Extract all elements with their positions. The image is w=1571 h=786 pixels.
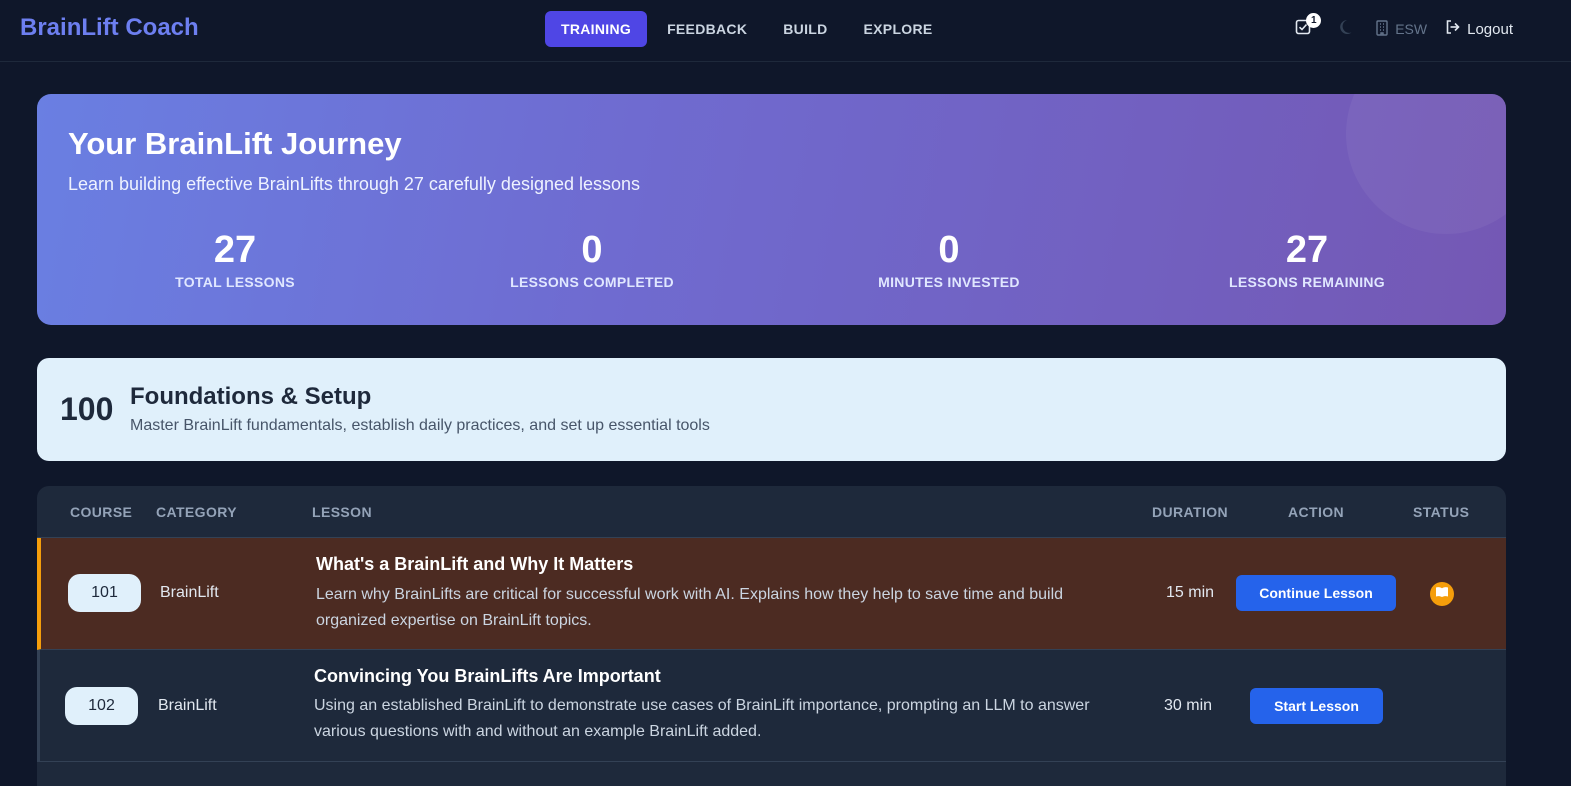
tab-explore[interactable]: EXPLORE xyxy=(848,11,949,47)
stat-label: TOTAL LESSONS xyxy=(175,274,295,290)
nav-actions: 1 ESW Logout xyxy=(1295,12,1513,44)
section-number: 100 xyxy=(60,391,114,427)
header-duration: DURATION xyxy=(1152,504,1229,520)
org-label: ESW xyxy=(1395,21,1428,37)
app-brand[interactable]: BrainLift Coach xyxy=(20,14,199,42)
header-action: ACTION xyxy=(1288,504,1345,520)
logout-button[interactable]: Logout xyxy=(1445,19,1513,39)
main-tabs: TRAINING FEEDBACK BUILD EXPLORE xyxy=(545,11,949,47)
stat-value: 27 xyxy=(213,229,257,271)
continue-lesson-button[interactable]: Continue Lesson xyxy=(1236,575,1396,611)
lesson-duration: 30 min xyxy=(1164,697,1213,714)
status-indicator xyxy=(1430,582,1454,606)
hero-title: Your BrainLift Journey xyxy=(68,126,402,161)
stat-value: 0 xyxy=(581,229,603,271)
table-header: COURSE CATEGORY LESSON DURATION ACTION S… xyxy=(37,486,1506,538)
header-category: CATEGORY xyxy=(156,504,237,520)
hero-subtitle: Learn building effective BrainLifts thro… xyxy=(68,174,641,194)
stat-label: MINUTES INVESTED xyxy=(878,274,1020,290)
table-row[interactable]: 101 BrainLift What's a BrainLift and Why… xyxy=(37,538,1506,650)
building-icon xyxy=(1375,19,1389,39)
header-course: COURSE xyxy=(70,504,133,520)
top-navigation: BrainLift Coach TRAINING FEEDBACK BUILD … xyxy=(0,0,1571,62)
logout-icon xyxy=(1445,19,1461,39)
lesson-category: BrainLift xyxy=(160,584,219,601)
tab-training[interactable]: TRAINING xyxy=(545,11,648,47)
book-open-icon xyxy=(1435,585,1449,603)
section-description: Master BrainLift fundamentals, establish… xyxy=(130,417,710,434)
moon-icon xyxy=(1339,18,1357,41)
lesson-title[interactable]: What's a BrainLift and Why It Matters xyxy=(316,554,633,575)
course-section-header: 100 Foundations & Setup Master BrainLift… xyxy=(37,358,1506,461)
section-title: Foundations & Setup xyxy=(130,383,372,410)
lesson-category: BrainLift xyxy=(158,697,217,714)
tab-feedback[interactable]: FEEDBACK xyxy=(651,11,763,47)
header-status: STATUS xyxy=(1413,504,1470,520)
course-number-pill: 102 xyxy=(65,687,138,725)
stat-label: LESSONS REMAINING xyxy=(1228,274,1385,290)
tab-build[interactable]: BUILD xyxy=(767,11,843,47)
stat-value: 27 xyxy=(1285,229,1329,271)
theme-toggle[interactable] xyxy=(1339,18,1357,41)
tasks-button[interactable]: 1 xyxy=(1295,12,1322,40)
journey-stats: 27 TOTAL LESSONS 0 LESSONS COMPLETED 0 M… xyxy=(37,230,1506,300)
hero-decoration xyxy=(1346,94,1506,234)
org-indicator[interactable]: ESW xyxy=(1375,19,1428,39)
lesson-description: Learn why BrainLifts are critical for su… xyxy=(316,586,1064,629)
stat-total-lessons: 27 TOTAL LESSONS xyxy=(85,230,385,290)
course-number-pill: 101 xyxy=(68,574,141,612)
table-row[interactable]: 102 BrainLift Convincing You BrainLifts … xyxy=(37,650,1506,762)
tasks-badge: 1 xyxy=(1306,12,1322,28)
stat-lessons-completed: 0 LESSONS COMPLETED xyxy=(442,230,742,290)
logout-label: Logout xyxy=(1467,20,1513,38)
lesson-title[interactable]: Convincing You BrainLifts Are Important xyxy=(314,666,661,687)
header-lesson: LESSON xyxy=(312,504,372,520)
stat-lessons-remaining: 27 LESSONS REMAINING xyxy=(1157,230,1457,290)
stat-label: LESSONS COMPLETED xyxy=(510,274,674,290)
stat-value: 0 xyxy=(938,229,960,271)
journey-hero: Your BrainLift Journey Learn building ef… xyxy=(37,94,1506,325)
stat-minutes-invested: 0 MINUTES INVESTED xyxy=(799,230,1099,290)
start-lesson-button[interactable]: Start Lesson xyxy=(1250,688,1383,724)
lesson-description: Using an established BrainLift to demons… xyxy=(314,697,1090,740)
lessons-table: COURSE CATEGORY LESSON DURATION ACTION S… xyxy=(37,486,1506,786)
lesson-duration: 15 min xyxy=(1166,584,1215,601)
